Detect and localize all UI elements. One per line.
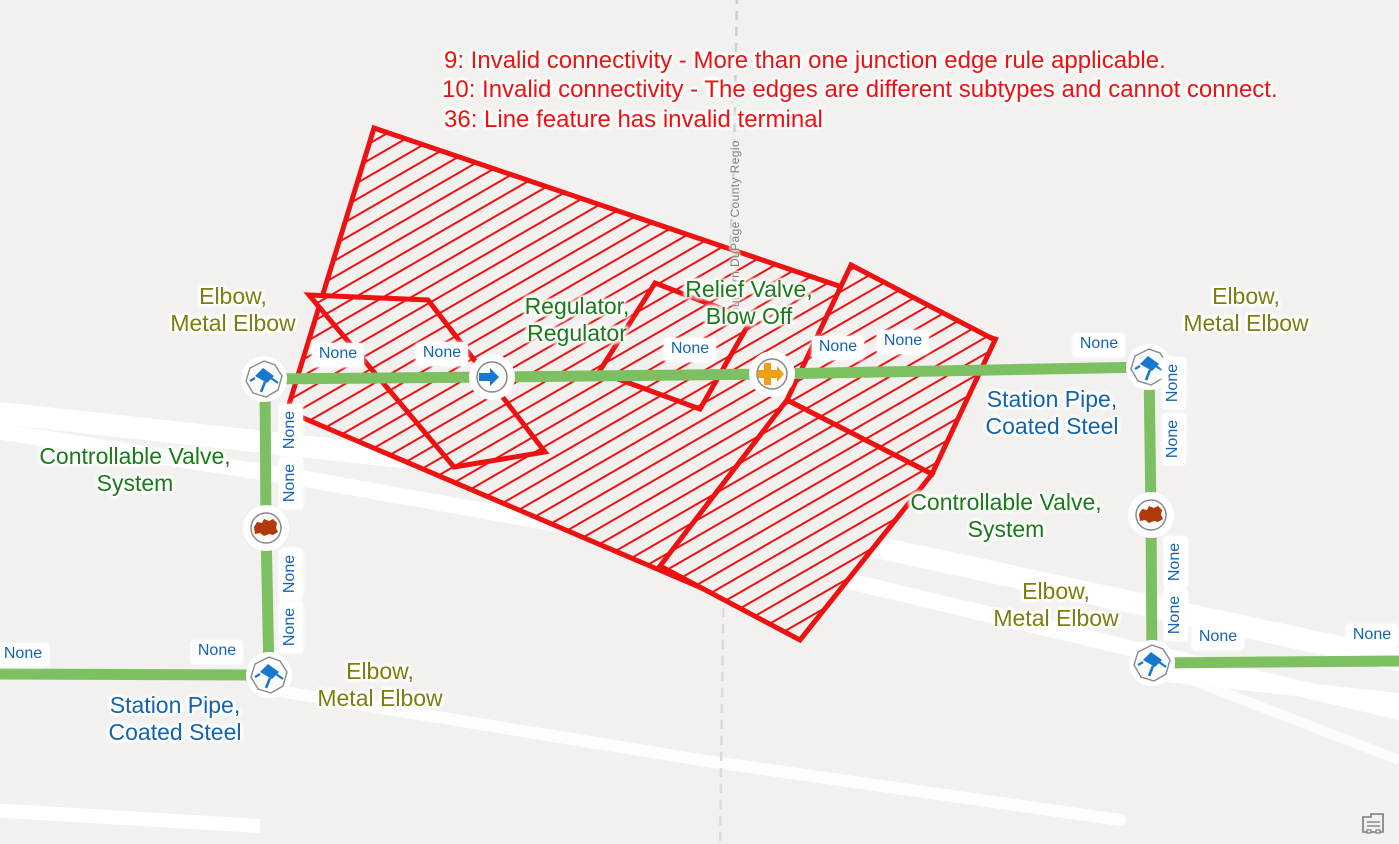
node-elbow-4[interactable] — [1129, 640, 1175, 686]
edge-label-none[interactable]: None — [1162, 356, 1186, 410]
edge-label-none[interactable]: None — [311, 343, 365, 367]
error-message-list: 9: Invalid connectivity - More than one … — [442, 46, 1280, 134]
controllable-valve-icon[interactable] — [1128, 492, 1174, 538]
map-canvas[interactable]: Southern DuPage County Regio 9: Invalid … — [0, 0, 1399, 844]
edge-label-none[interactable]: None — [1345, 624, 1399, 648]
asset-label-regulator[interactable]: Regulator, Regulator — [525, 293, 630, 347]
node-elbow-3[interactable] — [246, 652, 292, 698]
asset-label-ctrl-valve-right[interactable]: Controllable Valve, System — [910, 489, 1101, 543]
elbow-icon[interactable] — [1129, 640, 1175, 686]
node-relief-valve[interactable] — [749, 351, 795, 397]
node-valve-left[interactable] — [243, 505, 289, 551]
asset-label-station-pipe-bottom[interactable]: Station Pipe, Coated Steel — [109, 692, 242, 746]
node-valve-right[interactable] — [1128, 492, 1174, 538]
node-elbow-1[interactable] — [241, 356, 287, 402]
edge-label-none[interactable]: None — [811, 336, 865, 360]
error-polygon-layer[interactable] — [283, 124, 1000, 644]
asset-label-relief-valve[interactable]: Relief Valve, Blow Off — [685, 276, 812, 330]
pipe-bottom-right[interactable] — [1146, 655, 1399, 669]
edge-label-none[interactable]: None — [1072, 333, 1126, 357]
relief-valve-icon[interactable] — [749, 351, 795, 397]
asset-label-elbow-bottom-right[interactable]: Elbow, Metal Elbow — [993, 578, 1118, 632]
node-regulator[interactable] — [469, 354, 515, 400]
asset-label-elbow-top-right[interactable]: Elbow, Metal Elbow — [1183, 283, 1308, 337]
edge-label-none[interactable]: None — [876, 330, 930, 354]
regulator-icon[interactable] — [469, 354, 515, 400]
edge-label-none[interactable]: None — [1164, 588, 1188, 642]
asset-label-station-pipe-right[interactable]: Station Pipe, Coated Steel — [986, 386, 1119, 440]
edge-label-none[interactable]: None — [190, 640, 244, 664]
error-message-line[interactable]: 9: Invalid connectivity - More than one … — [444, 46, 1280, 75]
asset-label-elbow-top-left[interactable]: Elbow, Metal Elbow — [170, 283, 295, 337]
edge-label-none[interactable]: None — [1162, 412, 1186, 466]
edge-label-none[interactable]: None — [663, 338, 717, 362]
edge-label-none[interactable]: None — [279, 456, 303, 510]
basemap-legend-icon[interactable] — [1359, 810, 1387, 836]
error-message-line[interactable]: 36: Line feature has invalid terminal — [444, 105, 1280, 134]
error-message-line[interactable]: 10: Invalid connectivity - The edges are… — [442, 75, 1278, 104]
elbow-icon[interactable] — [241, 356, 287, 402]
edge-label-none[interactable]: None — [279, 600, 303, 654]
elbow-icon[interactable] — [246, 652, 292, 698]
controllable-valve-icon[interactable] — [243, 505, 289, 551]
edge-label-none[interactable]: None — [1164, 535, 1188, 589]
edge-label-none[interactable]: None — [1191, 626, 1245, 650]
edge-label-none[interactable]: None — [279, 403, 303, 457]
asset-label-elbow-bottom-left[interactable]: Elbow, Metal Elbow — [317, 658, 442, 712]
asset-label-ctrl-valve-left[interactable]: Controllable Valve, System — [39, 443, 230, 497]
pipe-bottom-left[interactable] — [0, 668, 275, 681]
edge-label-none[interactable]: None — [0, 643, 50, 667]
edge-label-none[interactable]: None — [279, 547, 303, 601]
edge-label-none[interactable]: None — [415, 342, 469, 366]
